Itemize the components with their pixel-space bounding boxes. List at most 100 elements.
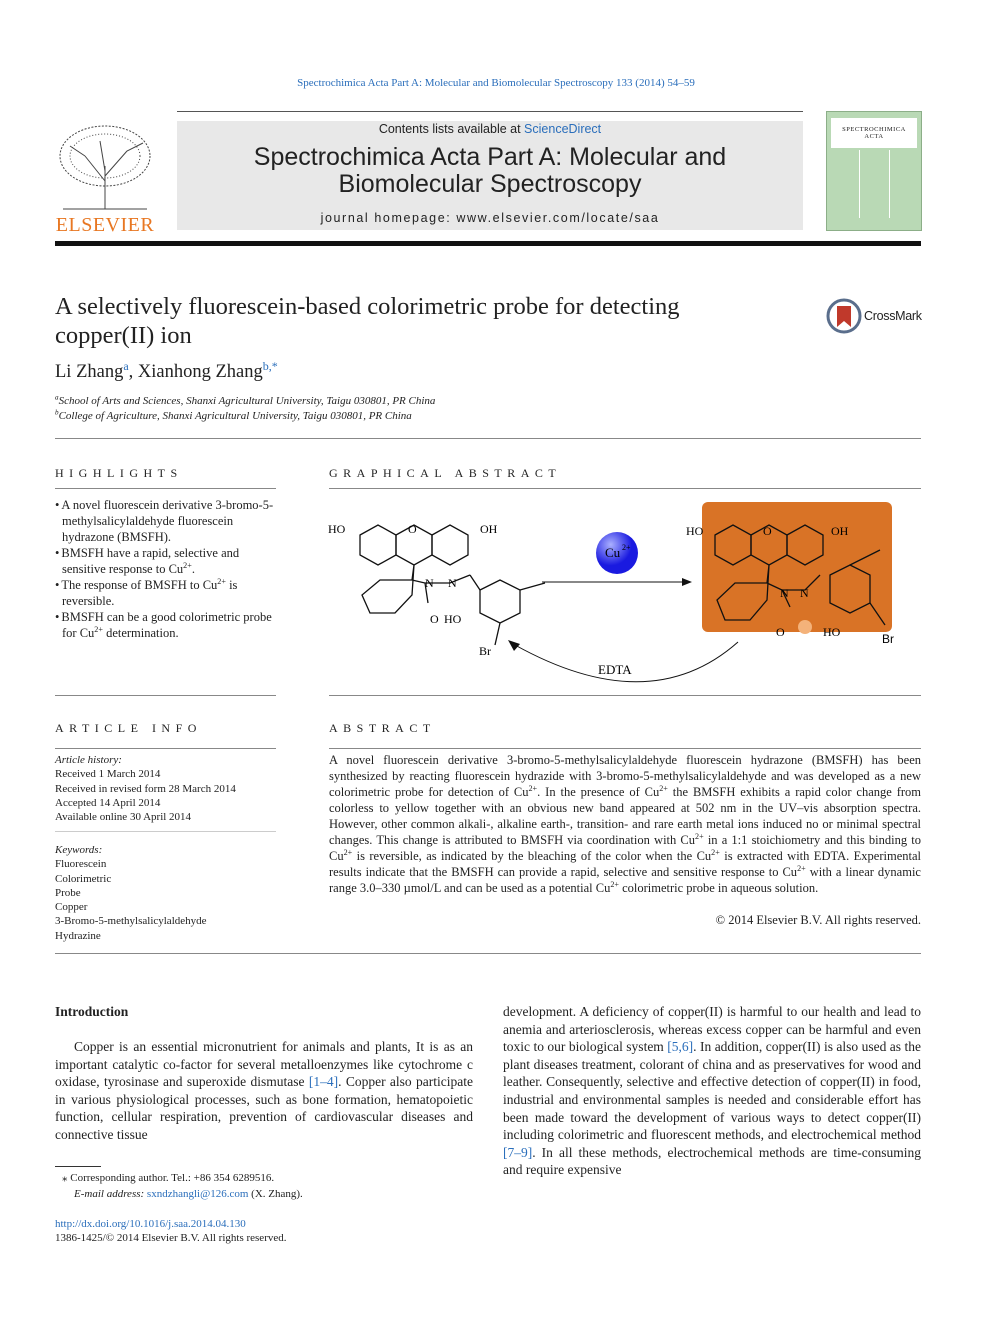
keyword: Copper (55, 901, 88, 914)
graphical-abstract-figure[interactable]: HO OH O N N O HO Br HO OH O N N O HO Br … (320, 495, 920, 695)
issn-copyright: 1386-1425/© 2014 Elsevier B.V. All right… (55, 1232, 287, 1244)
cover-title: SPECTROCHIMICA (842, 126, 906, 133)
crossmark-button[interactable]: CrossMark (826, 298, 922, 334)
label-ho: HO (823, 625, 841, 639)
footnote-email: E-mail address: sxndzhangli@126.com (X. … (74, 1188, 303, 1200)
reference-link[interactable]: [1–4] (309, 1074, 338, 1089)
text-segment: . In all these methods, electrochemical … (503, 1144, 921, 1178)
superscript: 2+ (343, 847, 353, 857)
label-br: Br (882, 632, 894, 646)
cover-subtitle: ACTA (864, 133, 884, 140)
label-cu: Cu (605, 545, 621, 560)
text-segment: . (191, 562, 195, 576)
highlights-list: A novel fluorescein derivative 3-bromo-5… (55, 497, 275, 641)
introduction-heading: Introduction (55, 1004, 129, 1019)
journal-citation[interactable]: Spectrochimica Acta Part A: Molecular an… (0, 77, 992, 89)
reference-link[interactable]: [7–9] (503, 1145, 532, 1160)
elsevier-logo[interactable]: ELSEVIER (55, 121, 155, 236)
footnote-corresponding: ⁎ Corresponding author. Tel.: +86 354 62… (62, 1172, 275, 1184)
label-ho: HO (444, 612, 462, 626)
author-list: Li Zhanga, Xianhong Zhangb,* (55, 358, 278, 382)
text-segment: BMSFH have a rapid, selective and sensit… (61, 546, 240, 576)
article-history: Article history: Received 1 March 2014 R… (55, 753, 277, 824)
author-name[interactable]: Xianhong Zhang (138, 362, 263, 382)
label-o: O (763, 524, 772, 538)
publisher-name: ELSEVIER (55, 214, 155, 236)
article-title: A selectively fluorescein-based colorime… (55, 293, 680, 349)
text-segment: . In addition, copper(II) is also used a… (503, 1039, 922, 1143)
abstract-text: A novel fluorescein derivative 3-bromo-5… (329, 752, 921, 896)
keyword: 3-Bromo-5-methylsalicylaldehyde (55, 915, 207, 928)
author-affiliation-mark[interactable]: b,* (263, 359, 278, 373)
journal-cover[interactable]: SPECTROCHIMICA ACTA (826, 111, 922, 231)
journal-banner: Contents lists available at ScienceDirec… (177, 121, 803, 230)
history-item: Received 1 March 2014 (55, 768, 161, 781)
divider (55, 488, 276, 489)
divider (55, 695, 276, 696)
highlights-heading: Highlights (55, 466, 183, 480)
copper-ion-bound (798, 620, 812, 634)
label-edta: EDTA (598, 662, 632, 677)
contents-label: Contents lists available at (378, 122, 525, 136)
label-cu-charge: 2+ (622, 543, 631, 552)
keyword: Fluorescein (55, 858, 107, 871)
superscript: 2+ (610, 879, 619, 889)
text-segment: A novel fluorescein derivative 3-bromo-5… (61, 498, 274, 544)
reference-link[interactable]: [5,6] (667, 1039, 693, 1054)
divider (329, 748, 921, 749)
email-link[interactable]: sxndzhangli@126.com (147, 1188, 248, 1200)
text-segment: determination. (102, 626, 179, 640)
label-o: O (430, 612, 439, 626)
superscript: 2+ (711, 847, 720, 857)
homepage-link[interactable]: www.elsevier.com/locate/saa (456, 211, 659, 225)
abstract-copyright: © 2014 Elsevier B.V. All rights reserved… (715, 913, 921, 927)
label-n: N (448, 576, 457, 590)
label-n: N (425, 576, 434, 590)
header-rule (177, 111, 803, 112)
highlight-item: BMSFH have a rapid, selective and sensit… (55, 545, 275, 577)
graphical-abstract-heading: Graphical abstract (329, 466, 562, 480)
label-o: O (776, 625, 785, 639)
keyword: Colorimetric (55, 872, 112, 885)
label-o: O (408, 522, 417, 536)
superscript: 2+ (94, 624, 103, 634)
affiliation: bCollege of Agriculture, Shanxi Agricult… (55, 408, 412, 422)
sciencedirect-link[interactable]: ScienceDirect (524, 122, 601, 136)
body-column-right: development. A deficiency of copper(II) … (503, 1003, 921, 1179)
elsevier-tree-icon (55, 121, 155, 211)
forward-arrowhead (682, 578, 692, 586)
keyword: Probe (55, 886, 81, 899)
journal-title: Spectrochimica Acta Part A: Molecular an… (253, 143, 727, 198)
superscript: 2+ (183, 560, 192, 570)
label-br: Br (479, 644, 491, 658)
text-segment: . In the presence of Cu (537, 785, 660, 799)
reverse-arrowhead (508, 640, 520, 651)
abstract-heading: Abstract (329, 721, 436, 735)
highlight-item: A novel fluorescein derivative 3-bromo-5… (55, 497, 275, 545)
divider (329, 695, 921, 696)
author-name[interactable]: Li Zhang (55, 362, 123, 382)
body-column-left: Copper is an essential micronutrient for… (55, 1038, 473, 1144)
divider (55, 748, 276, 749)
crossmark-label: CrossMark (864, 309, 922, 323)
journal-homepage: journal homepage: www.elsevier.com/locat… (320, 211, 660, 225)
label-n: N (800, 586, 809, 600)
article-info-heading: Article info (55, 721, 202, 735)
superscript: 2+ (659, 783, 668, 793)
label-ho: HO (328, 522, 346, 536)
label-ho: HO (686, 524, 704, 538)
superscript: 2+ (528, 783, 538, 793)
footnote-rule (55, 1166, 101, 1167)
text-segment: is reversible, as indicated by the bleac… (352, 849, 712, 863)
history-item: Available online 30 April 2014 (55, 811, 192, 824)
divider (55, 831, 276, 832)
label-oh: OH (831, 524, 849, 538)
complex-highlight (702, 502, 892, 632)
label-n: N (780, 586, 789, 600)
superscript: 2+ (797, 863, 806, 873)
text-segment: colorimetric probe in aqueous solution. (618, 881, 819, 895)
divider (55, 438, 921, 439)
history-item: Received in revised form 28 March 2014 (55, 782, 236, 795)
superscript: 2+ (695, 831, 704, 841)
divider (329, 488, 921, 489)
